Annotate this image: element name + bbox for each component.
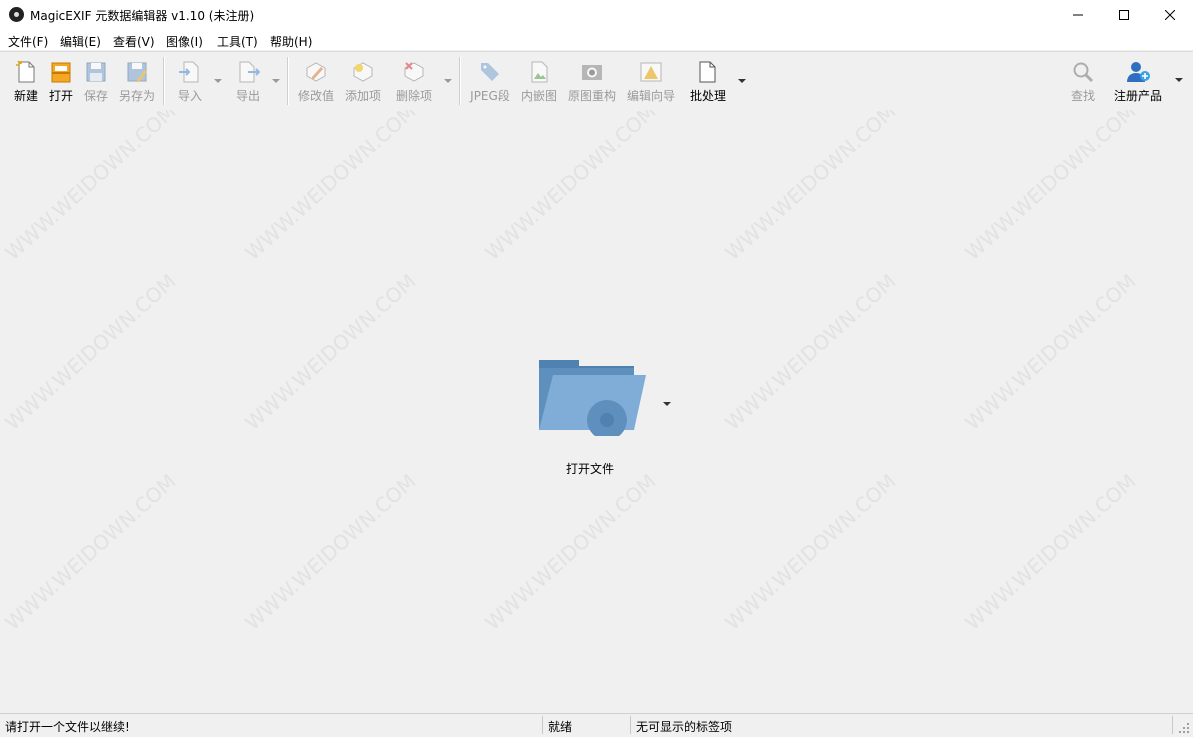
add-item-icon — [353, 62, 373, 82]
open-file-label[interactable]: 打开文件 — [540, 460, 640, 477]
toolbar-separator — [287, 57, 289, 105]
user-add-icon — [1127, 62, 1150, 82]
import-button[interactable]: 导入 — [170, 52, 210, 110]
title-bar: MagicEXIF 元数据编辑器 v1.10 (未注册) — [0, 0, 1193, 30]
save-button[interactable]: 保存 — [80, 52, 112, 110]
save-icon — [86, 62, 106, 82]
watermark: WWW.WEIDOWN.COM — [0, 269, 181, 435]
menu-tools[interactable]: 工具(T) — [217, 33, 258, 50]
register-dropdown[interactable] — [1175, 78, 1183, 82]
watermark: WWW.WEIDOWN.COM — [720, 269, 901, 435]
export-dropdown[interactable] — [272, 79, 280, 83]
maximize-button[interactable] — [1101, 0, 1147, 30]
batch-dropdown[interactable] — [738, 79, 746, 83]
rebuild-button[interactable]: 原图重构 — [566, 52, 618, 110]
watermark: WWW.WEIDOWN.COM — [720, 469, 901, 635]
maximize-icon — [1119, 10, 1129, 20]
status-divider — [630, 716, 631, 734]
find-button[interactable]: 查找 — [1066, 52, 1100, 110]
modify-value-button[interactable]: 修改值 — [294, 52, 338, 110]
watermark: WWW.WEIDOWN.COM — [480, 110, 661, 265]
watermark: WWW.WEIDOWN.COM — [240, 269, 421, 435]
status-divider — [1172, 716, 1173, 734]
open-file-dropdown[interactable] — [663, 402, 671, 406]
menu-view[interactable]: 查看(V) — [113, 33, 155, 50]
app-icon — [9, 7, 24, 22]
resize-grip-icon[interactable] — [1178, 722, 1190, 734]
wizard-icon — [640, 62, 662, 82]
minimize-button[interactable] — [1055, 0, 1101, 30]
edit-dropdown[interactable] — [444, 79, 452, 83]
thumbnail-button[interactable]: 内嵌图 — [518, 52, 560, 110]
menu-edit[interactable]: 编辑(E) — [60, 33, 101, 50]
edit-wizard-button[interactable]: 编辑向导 — [625, 52, 677, 110]
watermark: WWW.WEIDOWN.COM — [720, 110, 901, 265]
toolbar: 新建 打开 保存 另存为 导入 导出 修改值 添加项 删除项 JPEG段 内嵌图… — [0, 51, 1193, 111]
close-icon — [1165, 10, 1175, 20]
add-item-button[interactable]: 添加项 — [341, 52, 385, 110]
watermark: WWW.WEIDOWN.COM — [480, 469, 661, 635]
camera-icon — [582, 65, 602, 80]
import-dropdown[interactable] — [214, 79, 222, 83]
status-tags: 无可显示的标签项 — [636, 720, 733, 734]
export-button[interactable]: 导出 — [228, 52, 268, 110]
status-message: 请打开一个文件以继续! — [5, 720, 130, 734]
delete-item-button[interactable]: 删除项 — [392, 52, 436, 110]
register-button[interactable]: 注册产品 — [1110, 52, 1166, 110]
minimize-icon — [1073, 14, 1083, 16]
new-button[interactable]: 新建 — [8, 52, 44, 110]
watermark: WWW.WEIDOWN.COM — [960, 269, 1141, 435]
edit-icon — [306, 62, 326, 82]
menu-image[interactable]: 图像(I) — [166, 33, 203, 50]
watermark: WWW.WEIDOWN.COM — [0, 469, 181, 635]
open-file-folder[interactable] — [537, 358, 649, 440]
delete-item-icon — [404, 62, 424, 82]
watermark: WWW.WEIDOWN.COM — [0, 110, 181, 265]
save-as-icon — [127, 62, 147, 82]
jpeg-segment-button[interactable]: JPEG段 — [466, 52, 514, 110]
toolbar-separator — [163, 57, 165, 105]
menu-file[interactable]: 文件(F) — [8, 33, 48, 50]
batch-icon — [699, 61, 716, 83]
main-area: WWW.WEIDOWN.COM WWW.WEIDOWN.COM WWW.WEID… — [0, 110, 1193, 712]
window-title: MagicEXIF 元数据编辑器 v1.10 (未注册) — [30, 9, 255, 23]
thumbnail-icon — [531, 61, 548, 83]
watermark: WWW.WEIDOWN.COM — [960, 469, 1141, 635]
watermark: WWW.WEIDOWN.COM — [960, 110, 1141, 265]
status-state: 就绪 — [548, 720, 573, 734]
tag-icon — [481, 63, 499, 81]
save-as-button[interactable]: 另存为 — [116, 52, 158, 110]
batch-button[interactable]: 批处理 — [687, 52, 729, 110]
folder-icon — [539, 360, 646, 440]
new-file-icon — [16, 60, 35, 83]
menu-bar: 文件(F) 编辑(E) 查看(V) 图像(I) 工具(T) 帮助(H) — [0, 30, 1193, 50]
status-bar: 请打开一个文件以继续! 就绪 无可显示的标签项 — [0, 713, 1193, 737]
import-icon — [179, 61, 199, 83]
toolbar-separator — [459, 57, 461, 105]
status-divider — [542, 716, 543, 734]
open-button[interactable]: 打开 — [45, 52, 77, 110]
watermark: WWW.WEIDOWN.COM — [240, 110, 421, 265]
search-icon — [1073, 62, 1094, 83]
open-folder-icon — [51, 62, 71, 83]
close-button[interactable] — [1147, 0, 1193, 30]
menu-help[interactable]: 帮助(H) — [270, 33, 312, 50]
watermark: WWW.WEIDOWN.COM — [240, 469, 421, 635]
export-icon — [239, 61, 260, 83]
